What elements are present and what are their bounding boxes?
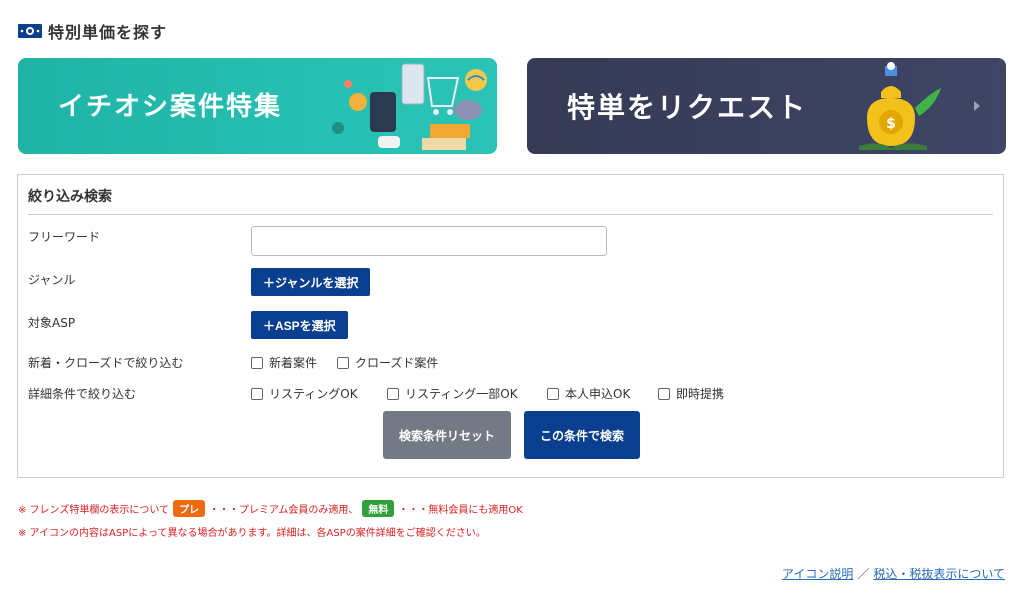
instant-partnership-checkbox[interactable]: 即時提携 bbox=[658, 385, 724, 402]
select-genre-button[interactable]: ＋ジャンルを選択 bbox=[251, 268, 371, 296]
checkbox-icon bbox=[387, 387, 399, 400]
link-separator: ／ bbox=[857, 567, 870, 581]
svg-text:$: $ bbox=[886, 116, 896, 132]
checkbox-icon bbox=[251, 356, 263, 369]
note-badge-legend: ※ フレンズ特単欄の表示について プレ ・・・プレミアム会員のみ適用、 無料 ・… bbox=[18, 500, 523, 517]
checkbox-icon bbox=[658, 387, 670, 400]
footer-links: アイコン説明 ／税込・税抜表示について bbox=[782, 565, 1005, 582]
listing-ok-checkbox-label: リスティングOK bbox=[269, 387, 358, 401]
featured-campaign-banner[interactable]: イチオシ案件特集 bbox=[18, 58, 497, 154]
filter-search-heading: 絞り込み検索 bbox=[28, 189, 112, 205]
section-title: 特別単価を探す bbox=[18, 18, 167, 44]
closed-campaign-checkbox-label: クローズド案件 bbox=[355, 356, 439, 370]
section-title-text: 特別単価を探す bbox=[48, 23, 168, 42]
new-campaign-checkbox-label: 新着案件 bbox=[269, 356, 318, 370]
self-application-ok-checkbox-label: 本人申込OK bbox=[565, 387, 631, 401]
select-asp-button[interactable]: ＋ASPを選択 bbox=[251, 311, 348, 339]
closed-campaign-checkbox[interactable]: クローズド案件 bbox=[337, 354, 438, 371]
money-bill-icon bbox=[18, 24, 42, 38]
special-rate-request-banner[interactable]: 特単をリクエスト $ bbox=[527, 58, 1006, 154]
search-submit-button[interactable]: この条件で検索 bbox=[524, 411, 640, 459]
listing-ok-checkbox[interactable]: リスティングOK bbox=[251, 385, 358, 402]
note-line1-middle: ・・・プレミアム会員のみ適用、 bbox=[209, 505, 359, 516]
tax-display-link[interactable]: 税込・税抜表示について bbox=[873, 567, 1005, 581]
icon-help-link[interactable]: アイコン説明 bbox=[782, 567, 853, 581]
listing-partial-ok-checkbox[interactable]: リスティング一部OK bbox=[387, 385, 518, 402]
checkbox-icon bbox=[251, 387, 263, 400]
new-closed-filter-label: 新着・クローズドで絞り込む bbox=[28, 356, 184, 370]
divider bbox=[28, 214, 993, 215]
instant-partnership-checkbox-label: 即時提携 bbox=[676, 387, 725, 401]
checkbox-icon bbox=[547, 387, 559, 400]
note-line1-suffix: ・・・無料会員にも適用OK bbox=[398, 505, 523, 516]
freeword-label: フリーワード bbox=[28, 230, 101, 244]
free-badge: 無料 bbox=[362, 500, 395, 517]
new-campaign-checkbox[interactable]: 新着案件 bbox=[251, 354, 317, 371]
self-application-ok-checkbox[interactable]: 本人申込OK bbox=[547, 385, 630, 402]
premium-badge: プレ bbox=[173, 500, 206, 517]
genre-label: ジャンル bbox=[28, 273, 76, 287]
checkbox-icon bbox=[337, 356, 349, 369]
special-rate-request-banner-text: 特単をリクエスト bbox=[567, 91, 808, 124]
reset-conditions-button[interactable]: 検索条件リセット bbox=[383, 411, 511, 459]
shopping-illustration-icon bbox=[332, 63, 487, 150]
note-line1-prefix: ※ フレンズ特単欄の表示について bbox=[18, 505, 170, 516]
asp-label: 対象ASP bbox=[28, 316, 76, 330]
money-bag-icon: $ bbox=[859, 62, 941, 150]
chevron-right-icon bbox=[974, 101, 980, 111]
filter-search-panel: 絞り込み検索 フリーワード ジャンル ＋ジャンルを選択 対象ASP ＋ASPを選… bbox=[17, 174, 1004, 478]
note-icon-disclaimer: ※ アイコンの内容はASPによって異なる場合があります。詳細は、各ASPの案件詳… bbox=[18, 528, 486, 539]
featured-campaign-banner-text: イチオシ案件特集 bbox=[58, 92, 283, 122]
detail-filter-label: 詳細条件で絞り込む bbox=[28, 387, 137, 401]
listing-partial-ok-checkbox-label: リスティング一部OK bbox=[405, 387, 518, 401]
freeword-input[interactable] bbox=[251, 226, 607, 256]
